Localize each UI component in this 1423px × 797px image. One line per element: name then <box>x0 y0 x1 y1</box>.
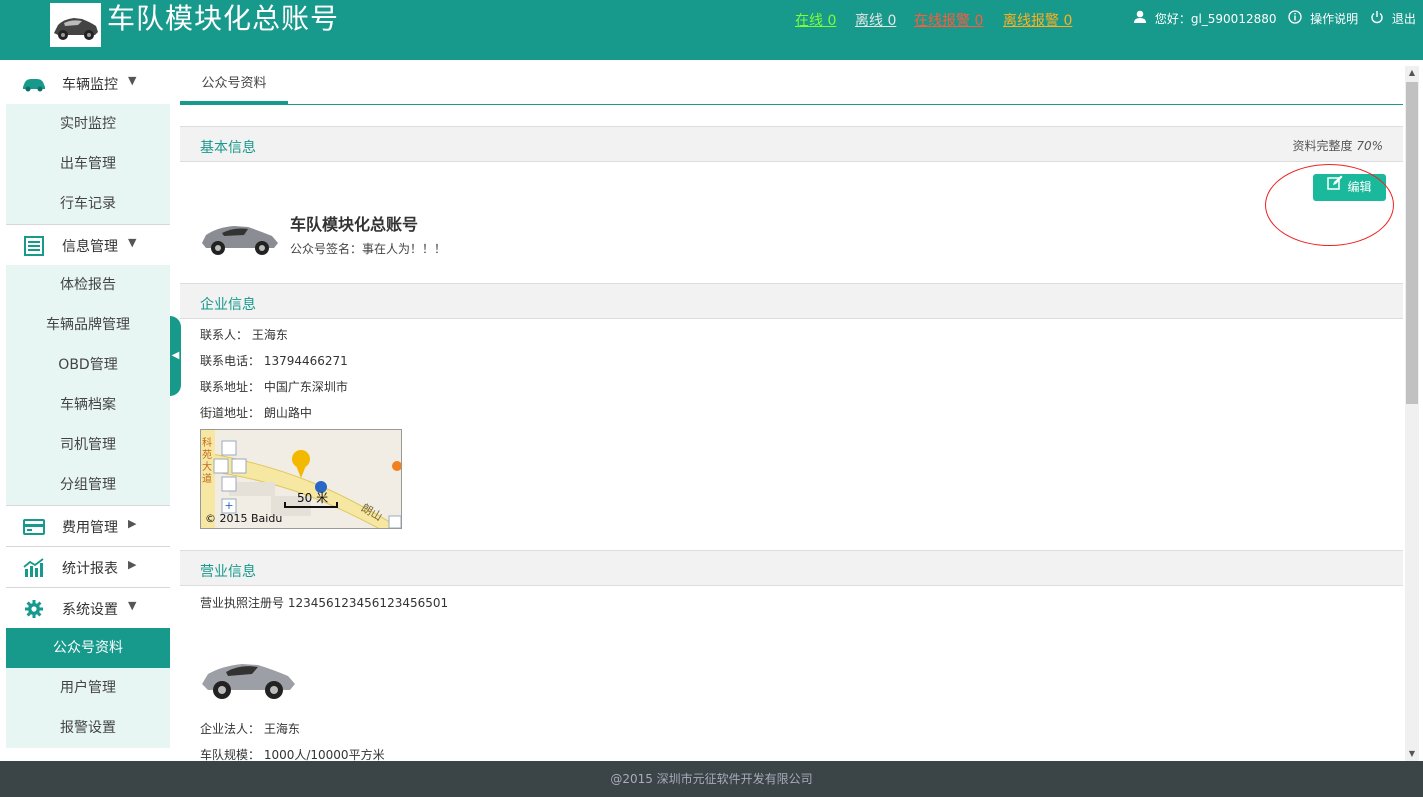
list-icon <box>22 236 46 256</box>
highlight-circle <box>1265 164 1394 246</box>
caret-down-icon: ▼ <box>128 74 137 87</box>
logout-link[interactable]: 退出 <box>1392 10 1416 27</box>
menu-statistics-report[interactable]: 统计报表 ▶ <box>6 546 170 587</box>
user-greeting: 您好：gl_590012880 <box>1154 12 1277 26</box>
business-info-header: 营业信息 <box>180 550 1403 586</box>
user-area: 您好：gl_590012880 操作说明 退出 <box>1133 10 1416 27</box>
menu-item-obd-management[interactable]: OBD管理 <box>6 345 170 385</box>
help-link[interactable]: 操作说明 <box>1310 10 1358 27</box>
legal-person: 企业法人： 王海东 <box>200 722 300 736</box>
account-signature: 公众号签名：事在人为！！！ <box>290 242 447 256</box>
section-title: 营业信息 <box>200 564 256 580</box>
chart-icon <box>22 558 46 578</box>
fleet-scale: 车队规模： 1000人/10000平方米 <box>200 748 385 761</box>
menu-item-vehicle-archive[interactable]: 车辆档案 <box>6 385 170 425</box>
menu-system-settings[interactable]: 系统设置 ▼ <box>6 587 170 628</box>
menu-item-realtime-monitor[interactable]: 实时监控 <box>6 104 170 144</box>
section-title: 基本信息 <box>200 140 256 156</box>
map-scale: 50 米 <box>297 491 329 505</box>
menu-item-dispatch[interactable]: 出车管理 <box>6 144 170 184</box>
map-zoom-in-button[interactable]: + <box>222 499 236 513</box>
sidebar: 车辆监控 ▼ 实时监控 出车管理 行车记录 信息管理 ▼ 体检报告 车辆品牌管理… <box>6 63 170 761</box>
street-address: 街道地址： 朗山路中 <box>200 406 312 420</box>
menu-item-driver-management[interactable]: 司机管理 <box>6 425 170 465</box>
menu-info-management[interactable]: 信息管理 ▼ <box>6 224 170 265</box>
tab-bar: 公众号资料 <box>180 63 1403 105</box>
menu-label: 统计报表 <box>62 561 118 577</box>
caret-down-icon: ▼ <box>128 599 137 612</box>
basic-info-header: 基本信息 资料完整度 70% <box>180 126 1403 162</box>
power-icon[interactable] <box>1370 10 1384 27</box>
contact-address: 联系地址： 中国广东深圳市 <box>200 380 348 394</box>
account-name: 车队模块化总账号 <box>290 215 419 234</box>
online-count-link[interactable]: 在线 0 <box>795 10 836 30</box>
menu-label: 费用管理 <box>62 520 118 536</box>
gear-icon <box>22 599 46 619</box>
menu-item-inspection-report[interactable]: 体检报告 <box>6 265 170 305</box>
app-title: 车队模块化总账号 <box>107 2 340 35</box>
caret-right-icon: ▶ <box>128 558 137 571</box>
menu-label: 信息管理 <box>62 239 118 255</box>
menu-item-group-management[interactable]: 分组管理 <box>6 465 170 505</box>
logo-car-image <box>50 3 101 47</box>
menu-item-trip-record[interactable]: 行车记录 <box>6 184 170 224</box>
online-alarm-link[interactable]: 在线报警 0 <box>914 10 983 30</box>
map-copyright: © 2015 Baidu <box>205 512 283 525</box>
menu-item-alarm-settings[interactable]: 报警设置 <box>6 708 170 748</box>
profile-car-image <box>200 203 280 261</box>
enterprise-info-header: 企业信息 <box>180 283 1403 319</box>
main-content: 公众号资料 基本信息 资料完整度 70% 编辑 车队模块化总账号 公众号签名：事… <box>180 63 1403 761</box>
menu-item-user-management[interactable]: 用户管理 <box>6 668 170 708</box>
offline-count-link[interactable]: 离线 0 <box>855 10 896 30</box>
footer: @2015 深圳市元征软件开发有限公司 <box>0 761 1423 797</box>
menu-label: 系统设置 <box>62 602 118 618</box>
business-car-image <box>200 640 298 710</box>
tab-public-account[interactable]: 公众号资料 <box>180 63 288 105</box>
offline-alarm-link[interactable]: 离线报警 0 <box>1003 10 1072 30</box>
location-map[interactable]: + 科苑大道 50 米 朗山 © 2015 Baidu <box>200 429 402 529</box>
map-side-label: 科苑大道 <box>202 438 212 485</box>
info-icon[interactable] <box>1288 10 1302 27</box>
content-scrollbar[interactable]: ▲ ▼ <box>1405 66 1419 761</box>
completeness-text: 资料完整度 70% <box>1292 139 1383 153</box>
menu-item-brand-management[interactable]: 车辆品牌管理 <box>6 305 170 345</box>
card-icon <box>22 517 46 537</box>
menu-fee-management[interactable]: 费用管理 ▶ <box>6 505 170 546</box>
top-header: 车队模块化总账号 在线 0 离线 0 在线报警 0 离线报警 0 您好：gl_5… <box>0 0 1423 60</box>
scroll-down-arrow-icon[interactable]: ▼ <box>1405 747 1419 761</box>
business-license-number: 营业执照注册号 123456123456123456501 <box>200 596 449 610</box>
caret-down-icon: ▼ <box>128 236 137 249</box>
menu-vehicle-monitor[interactable]: 车辆监控 ▼ <box>6 63 170 104</box>
car-icon <box>22 74 46 94</box>
scroll-up-arrow-icon[interactable]: ▲ <box>1405 66 1419 80</box>
menu-item-public-account[interactable]: 公众号资料 <box>6 628 170 668</box>
contact-person: 联系人： 王海东 <box>200 328 288 342</box>
contact-phone: 联系电话： 13794466271 <box>200 354 348 368</box>
menu-label: 车辆监控 <box>62 77 118 93</box>
section-title: 企业信息 <box>200 297 256 313</box>
caret-right-icon: ▶ <box>128 517 137 530</box>
user-icon <box>1133 10 1147 27</box>
scroll-thumb[interactable] <box>1406 82 1418 404</box>
